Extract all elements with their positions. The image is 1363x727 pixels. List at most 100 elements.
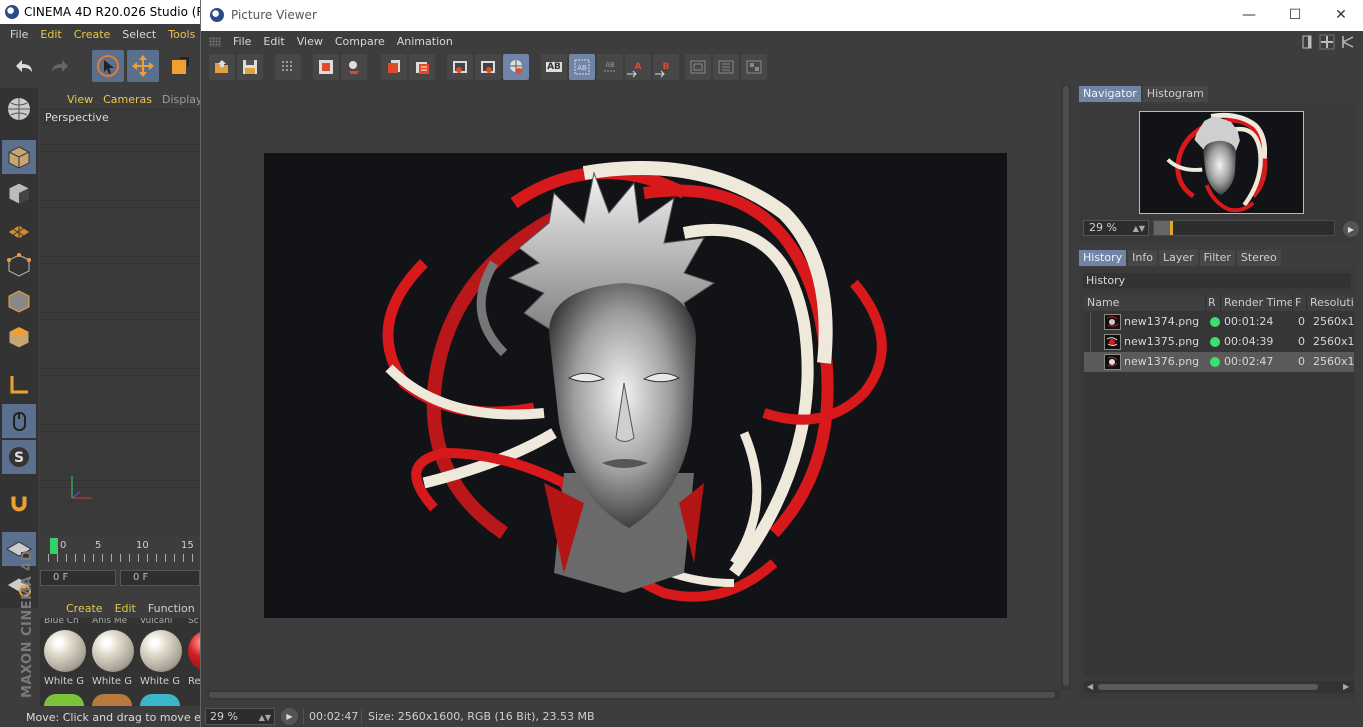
c4d-menu-create[interactable]: Create: [68, 28, 117, 41]
open-file-button[interactable]: [209, 54, 235, 80]
column-header-name[interactable]: Name: [1087, 295, 1205, 311]
workplane-button[interactable]: [2, 212, 36, 246]
navigator-zoom-slider[interactable]: [1153, 220, 1335, 236]
tab-navigator[interactable]: Navigator: [1079, 86, 1141, 102]
viewport-menu-view[interactable]: View: [62, 93, 98, 106]
c4d-menu-select[interactable]: Select: [116, 28, 162, 41]
render-queue-button[interactable]: [409, 54, 435, 80]
edges-mode-button[interactable]: [2, 284, 36, 318]
team-render-button[interactable]: [503, 54, 529, 80]
stereo-button-3[interactable]: [741, 54, 767, 80]
move-tool-button[interactable]: [127, 50, 159, 82]
start-frame-field[interactable]: 0 F: [120, 570, 200, 586]
column-header-f[interactable]: F: [1295, 295, 1305, 311]
redo-button[interactable]: [44, 50, 76, 82]
zoom-level-field[interactable]: 29 % ▲▼: [205, 708, 275, 725]
scrollbar-thumb[interactable]: [209, 692, 1055, 698]
snap-button[interactable]: [2, 486, 36, 520]
maximize-button[interactable]: ☐: [1272, 0, 1318, 31]
undo-button[interactable]: [8, 50, 40, 82]
viewport-menu-cameras[interactable]: Cameras: [98, 93, 157, 106]
c4d-menu-file[interactable]: File: [4, 28, 34, 41]
ab-swap-button[interactable]: AB: [597, 54, 623, 80]
model-mode-button[interactable]: [2, 140, 36, 174]
navigator-play-button[interactable]: ▶: [1343, 221, 1359, 237]
axis-icon: [10, 376, 28, 394]
pv-menu-file[interactable]: File: [227, 35, 257, 48]
history-horizontal-scrollbar[interactable]: ◀ ▶: [1084, 681, 1354, 693]
navigator-zoom-field[interactable]: 29 % ▲▼: [1083, 220, 1149, 236]
ab-compare-button[interactable]: AB: [541, 54, 567, 80]
column-divider[interactable]: [1220, 295, 1221, 311]
scroll-left-icon[interactable]: ◀: [1087, 681, 1093, 693]
texture-mode-button[interactable]: [2, 176, 36, 210]
history-row-selected[interactable]: new1376.png 00:02:47 0 2560x1600: [1084, 352, 1354, 372]
set-a-button[interactable]: A: [625, 54, 651, 80]
material-menu-edit[interactable]: Edit: [109, 602, 142, 615]
status-render-time: 00:02:47: [309, 710, 359, 723]
column-divider[interactable]: [1292, 295, 1293, 311]
tab-stereo[interactable]: Stereo: [1236, 250, 1281, 266]
material-menu-function[interactable]: Function: [142, 602, 201, 615]
close-button[interactable]: ✕: [1318, 0, 1363, 31]
set-b-button[interactable]: B: [653, 54, 679, 80]
material-menu-create[interactable]: Create: [60, 602, 109, 615]
menu-grip-icon: [209, 37, 221, 47]
rendered-image[interactable]: [264, 153, 1007, 618]
status-play-button[interactable]: ▶: [281, 708, 298, 725]
single-view-button[interactable]: [447, 54, 473, 80]
c4d-menu-tools[interactable]: Tools: [162, 28, 201, 41]
current-frame-field[interactable]: 0 F: [40, 570, 116, 586]
column-divider[interactable]: [1306, 295, 1307, 311]
pv-menu-animation[interactable]: Animation: [391, 35, 459, 48]
render-view-button[interactable]: [341, 54, 367, 80]
tab-info[interactable]: Info: [1128, 250, 1157, 266]
scrollbar-thumb[interactable]: [1063, 86, 1069, 686]
pv-menu-compare[interactable]: Compare: [329, 35, 391, 48]
scroll-right-icon[interactable]: ▶: [1343, 681, 1349, 693]
material-swatch[interactable]: Blue Ch White G: [42, 618, 88, 688]
column-header-r[interactable]: R: [1208, 295, 1220, 311]
zoom-slider-knob[interactable]: [1170, 221, 1173, 235]
navigator-thumbnail[interactable]: [1139, 111, 1304, 214]
ab-split-button[interactable]: AB: [569, 54, 595, 80]
image-canvas[interactable]: [207, 84, 1067, 690]
material-swatch[interactable]: Sc Re: [186, 618, 200, 688]
perspective-viewport[interactable]: Perspective: [40, 108, 200, 536]
solo-button[interactable]: S: [2, 440, 36, 474]
c4d-menu-edit[interactable]: Edit: [34, 28, 67, 41]
canvas-horizontal-scrollbar[interactable]: [207, 690, 1061, 700]
scale-tool-button[interactable]: [164, 50, 196, 82]
tab-filter[interactable]: Filter: [1199, 250, 1235, 266]
timeline[interactable]: 0 5 10 15: [40, 536, 200, 564]
stereo-button-1[interactable]: [685, 54, 711, 80]
make-editable-button[interactable]: [2, 92, 36, 126]
history-row[interactable]: new1374.png 00:01:24 0 2560x1600: [1084, 312, 1354, 332]
pv-menu-edit[interactable]: Edit: [257, 35, 290, 48]
pv-menu-view[interactable]: View: [291, 35, 329, 48]
live-selection-button[interactable]: [92, 50, 124, 82]
stereo-button-2[interactable]: [713, 54, 739, 80]
tab-history[interactable]: History: [1079, 250, 1127, 266]
canvas-vertical-scrollbar[interactable]: [1061, 84, 1071, 690]
region-render-button[interactable]: [313, 54, 339, 80]
tab-histogram[interactable]: Histogram: [1142, 86, 1208, 102]
history-row[interactable]: new1375.png 00:04:39 0 2560x1600: [1084, 332, 1354, 352]
timeline-playhead[interactable]: [50, 538, 58, 554]
minimize-button[interactable]: —: [1226, 0, 1272, 31]
column-header-render-time[interactable]: Render Time: [1224, 295, 1294, 311]
polygons-mode-button[interactable]: [2, 320, 36, 354]
stop-render-button[interactable]: [381, 54, 407, 80]
material-swatch[interactable]: Vulcani White G: [138, 618, 184, 688]
tweak-mode-button[interactable]: [2, 404, 36, 438]
points-mode-button[interactable]: [2, 248, 36, 282]
column-header-resolution[interactable]: Resolution: [1310, 295, 1354, 311]
save-button[interactable]: [237, 54, 263, 80]
tab-layer[interactable]: Layer: [1158, 250, 1198, 266]
split-view-button[interactable]: [475, 54, 501, 80]
material-swatch[interactable]: Anis Me White G: [90, 618, 136, 688]
column-divider[interactable]: [1205, 295, 1206, 311]
axis-mode-button[interactable]: [2, 368, 36, 402]
filter-settings-button[interactable]: [275, 54, 301, 80]
scrollbar-thumb[interactable]: [1098, 684, 1318, 690]
